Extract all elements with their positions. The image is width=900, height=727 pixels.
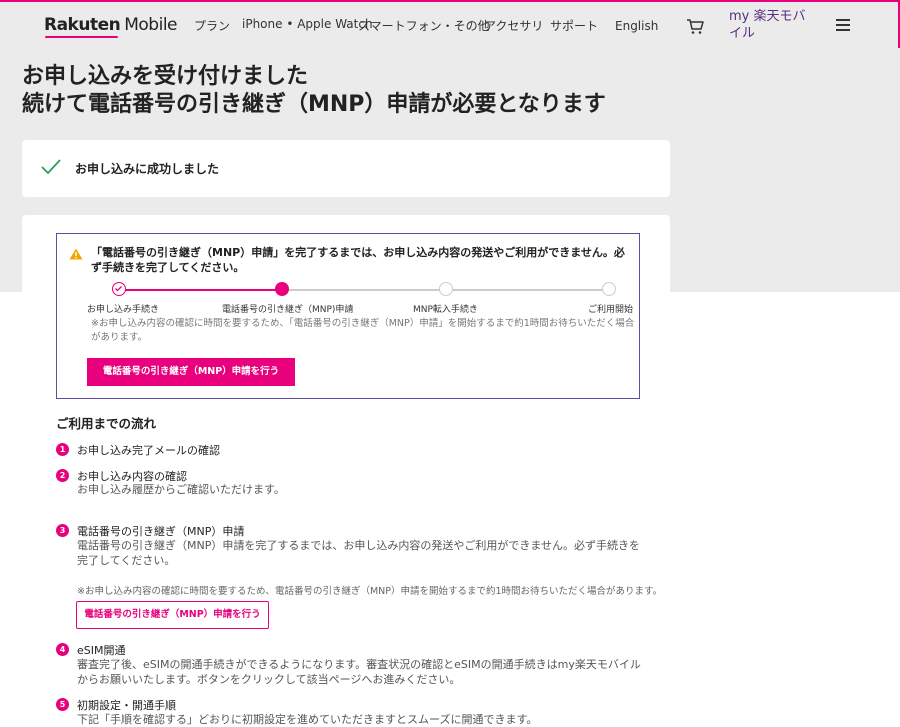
mnp-notice-box: 「電話番号の引き継ぎ（MNP）申請」を完了するまでは、お申し込み内容の発送やご利… — [56, 233, 640, 399]
success-message: お申し込みに成功しました — [75, 162, 220, 176]
flow-item-4-title: eSIM開通 — [77, 644, 126, 657]
check-icon — [40, 158, 62, 180]
step-3 — [439, 282, 453, 296]
success-card: お申し込みに成功しました — [22, 140, 670, 197]
step-label-1: お申し込み手続き — [87, 305, 160, 315]
flow-item-3-note: ※お申し込み内容の確認に時間を要するため、電話番号の引き継ぎ（MNP）申請を開始… — [77, 586, 663, 597]
progress-line-completed — [119, 289, 282, 291]
nav-accessory[interactable]: アクセサリ — [484, 17, 543, 34]
step-number-5: 5 — [56, 698, 69, 711]
step-label-3: MNP転入手続き — [413, 305, 478, 315]
nav-iphone-apple-watch[interactable]: iPhone • Apple Watch — [242, 17, 373, 31]
main-card: 「電話番号の引き継ぎ（MNP）申請」を完了するまでは、お申し込み内容の発送やご利… — [22, 215, 670, 726]
step-1-done-icon — [112, 282, 126, 296]
step-number-2: 2 — [56, 469, 69, 482]
step-number-3: 3 — [56, 524, 69, 537]
flow-section-title: ご利用までの流れ — [56, 416, 157, 431]
flow-item-2-desc: お申し込み履歴からご確認いただけます。 — [77, 483, 285, 496]
warning-icon — [69, 245, 83, 264]
nav-english[interactable]: English — [615, 19, 658, 33]
step-label-4: ご利用開始 — [588, 305, 634, 315]
step-4 — [602, 282, 616, 296]
rakuten-mobile-logo[interactable]: Rakuten Mobile — [44, 15, 177, 35]
flow-item-3-title: 電話番号の引き継ぎ（MNP）申請 — [77, 525, 245, 538]
mnp-apply-button[interactable]: 電話番号の引き継ぎ（MNP）申請を行う — [87, 358, 295, 386]
step-number-4: 4 — [56, 643, 69, 656]
notice-text: 「電話番号の引き継ぎ（MNP）申請」を完了するまでは、お申し込み内容の発送やご利… — [91, 246, 625, 274]
mnp-apply-outline-button[interactable]: 電話番号の引き継ぎ（MNP）申請を行う — [76, 601, 269, 629]
page-title-line1: お申し込みを受け付けました — [22, 64, 309, 89]
step-2-current — [275, 282, 289, 296]
step-number-1: 1 — [56, 443, 69, 456]
cart-icon[interactable] — [686, 18, 704, 39]
nav-plan[interactable]: プラン — [194, 17, 230, 34]
hamburger-menu-icon[interactable] — [836, 19, 850, 34]
site-header: Rakuten Mobile プラン iPhone • Apple Watch ス… — [0, 0, 900, 48]
nav-support[interactable]: サポート — [550, 17, 598, 34]
logo-brand: Rakuten — [44, 15, 121, 35]
page-title: お申し込みを受け付けました 続けて電話番号の引き継ぎ（MNP）申請が必要となりま… — [22, 63, 606, 119]
my-rakuten-mobile-link[interactable]: my 楽天モバイル — [729, 8, 809, 42]
page-title-line2: 続けて電話番号の引き継ぎ（MNP）申請が必要となります — [22, 92, 606, 117]
flow-item-4-desc: 審査完了後、eSIMの開通手続きができるようになります。審査状況の確認とeSIM… — [77, 658, 641, 686]
flow-item-5-desc: 下記「手順を確認する」どおりに初期設定を進めていただきますとスムーズに開通できま… — [77, 713, 538, 726]
flow-item-1-title: お申し込み完了メールの確認 — [77, 444, 220, 457]
mnp-wait-note: ※お申し込み内容の確認に時間を要するため、「電話番号の引き継ぎ（MNP）申請」を… — [91, 318, 635, 343]
nav-smartphone-other[interactable]: スマートフォン・その他 — [358, 17, 490, 34]
flow-item-5-title: 初期設定・開通手順 — [77, 699, 176, 712]
step-label-2: 電話番号の引き継ぎ（MNP)申請 — [222, 305, 354, 315]
logo-product: Mobile — [124, 15, 177, 35]
flow-item-3-desc: 電話番号の引き継ぎ（MNP）申請を完了するまでは、お申し込み内容の発送やご利用が… — [77, 539, 641, 567]
